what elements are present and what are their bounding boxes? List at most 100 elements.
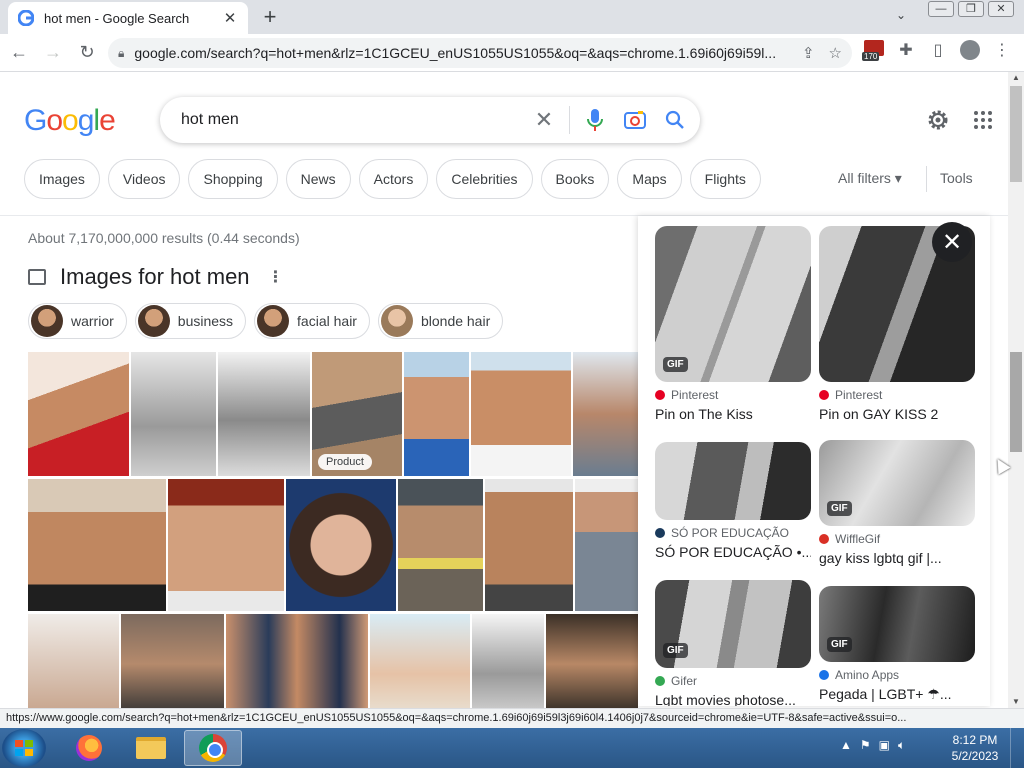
tab-search-chevron-icon[interactable]: ⌄ [896,8,906,22]
refine-chip-business[interactable]: business [134,303,247,339]
related-image-card[interactable]: GIF Pinterest Pin on The Kiss [655,226,811,422]
refine-chip-facial-hair[interactable]: facial hair [254,303,370,339]
chrome-menu-icon[interactable]: ⋮ [990,38,1014,62]
image-title[interactable]: Pegada | LGBT+ ☂... [819,686,975,703]
taskbar-file-explorer[interactable] [122,730,180,766]
image-result[interactable] [218,352,310,476]
action-center-icon[interactable]: ⚑ [860,738,871,753]
image-result[interactable] [471,352,571,476]
google-logo[interactable]: Google [24,104,116,138]
url-text[interactable]: google.com/search?q=hot+men&rlz=1C1GCEU_… [134,45,788,61]
search-box[interactable]: hot men ✕ [160,97,700,143]
scroll-down-arrow-icon[interactable]: ▼ [1008,696,1024,708]
google-apps-icon[interactable] [974,111,992,129]
lock-icon[interactable]: 🔒︎ [118,46,124,61]
extensions-puzzle-icon[interactable]: ✚ [894,38,918,62]
image-title[interactable]: Pin on The Kiss [655,406,811,422]
reload-icon[interactable]: ↻ [72,38,102,68]
related-image[interactable]: GIF [655,226,811,382]
all-filters-dropdown[interactable]: All filters ▾ [838,170,902,187]
clear-search-icon[interactable]: ✕ [529,107,559,133]
chip-images[interactable]: Images [24,159,100,199]
network-icon[interactable]: ▣ [879,738,890,753]
profile-avatar-icon[interactable] [958,38,982,62]
restore-button[interactable]: ❐ [958,1,984,17]
search-icon[interactable] [660,105,690,135]
related-image-card[interactable]: GIF Amino Apps Pegada | LGBT+ ☂... [819,586,975,703]
scrollbar-thumb[interactable] [1010,352,1022,452]
image-result[interactable] [28,614,119,708]
chip-flights[interactable]: Flights [689,159,761,199]
chip-books[interactable]: Books [540,159,610,199]
images-section-title[interactable]: Images for hot men [60,264,250,290]
image-result[interactable] [573,352,638,476]
tab-close-icon[interactable]: ✕ [222,9,238,27]
related-image-card[interactable]: GIF Gifer Lgbt movies photose... [655,580,811,706]
tray-expand-icon[interactable]: ▲ [840,738,852,753]
microphone-icon[interactable] [580,105,610,135]
related-image-card[interactable]: SÓ POR EDUCAÇÃO SÓ POR EDUCAÇÃO •... [655,442,811,560]
close-window-button[interactable]: ✕ [988,1,1014,17]
minimize-button[interactable]: — [928,1,954,17]
image-result[interactable]: Product [312,352,402,476]
image-result[interactable] [131,352,216,476]
camera-lens-icon[interactable] [620,105,650,135]
image-result[interactable] [485,479,573,611]
forward-arrow-icon[interactable]: → [38,38,68,68]
image-title[interactable]: Pin on GAY KISS 2 [819,406,975,422]
related-image[interactable] [655,442,811,520]
bookmark-star-icon[interactable]: ☆ [829,44,842,62]
page-scrollbar[interactable]: ▲ ▼ [1008,72,1024,708]
scroll-up-arrow-icon[interactable]: ▲ [1008,72,1024,84]
share-icon[interactable]: ⇪ [802,44,815,62]
search-input[interactable]: hot men [181,111,529,129]
chip-maps[interactable]: Maps [617,159,682,199]
image-result[interactable] [28,479,166,611]
image-result[interactable] [168,479,284,611]
new-tab-button[interactable]: + [258,5,282,29]
show-desktop-button[interactable] [1010,728,1024,768]
more-options-icon[interactable]: ⋮ [268,267,284,287]
image-result[interactable] [28,352,129,476]
taskbar-firefox[interactable] [60,730,118,766]
image-result[interactable] [404,352,469,476]
image-title[interactable]: gay kiss lgbtq gif |... [819,550,975,566]
image-title[interactable]: SÓ POR EDUCAÇÃO •... [655,544,811,560]
image-result[interactable] [472,614,544,708]
image-result[interactable] [286,479,396,611]
side-panel-icon[interactable]: ▯ [926,38,950,62]
address-bar[interactable]: 🔒︎ google.com/search?q=hot+men&rlz=1C1GC… [108,38,852,68]
chip-shopping[interactable]: Shopping [188,159,278,199]
tab-google-search[interactable]: hot men - Google Search ✕ [8,2,248,34]
refine-chip-warrior[interactable]: warrior [28,303,127,339]
image-result[interactable] [226,614,368,708]
chip-celebrities[interactable]: Celebrities [436,159,533,199]
system-tray: ▲ ⚑ ▣ 🔈︎ [840,738,905,753]
back-arrow-icon[interactable]: ← [4,38,34,68]
image-result[interactable] [398,479,483,611]
related-image[interactable]: GIF [819,586,975,662]
image-result[interactable] [121,614,224,708]
image-title[interactable]: Lgbt movies photose... [655,692,811,706]
start-button[interactable] [2,729,46,767]
taskbar-chrome[interactable] [184,730,242,766]
extension-icon[interactable]: 170 [862,38,886,62]
volume-icon[interactable]: 🔈︎ [898,738,905,753]
image-result[interactable] [370,614,470,708]
related-image[interactable]: GIF [819,440,975,526]
tools-button[interactable]: Tools [940,170,973,186]
clock[interactable]: 8:12 PM 5/2/2023 [948,732,1002,764]
chip-news[interactable]: News [285,159,351,199]
related-image-card[interactable]: GIF WiffleGif gay kiss lgbtq gif |... [819,440,975,566]
logo-letter: G [24,104,47,137]
related-image[interactable]: GIF [655,580,811,668]
close-panel-button[interactable]: ✕ [932,222,972,262]
image-result[interactable] [575,479,638,611]
refine-chip-label: warrior [71,313,114,329]
image-result[interactable] [546,614,638,708]
settings-gear-icon[interactable] [925,107,951,133]
refine-chip-blonde-hair[interactable]: blonde hair [377,303,504,339]
chip-videos[interactable]: Videos [107,159,181,199]
chip-actors[interactable]: Actors [358,159,429,199]
gifer-icon [655,676,665,686]
